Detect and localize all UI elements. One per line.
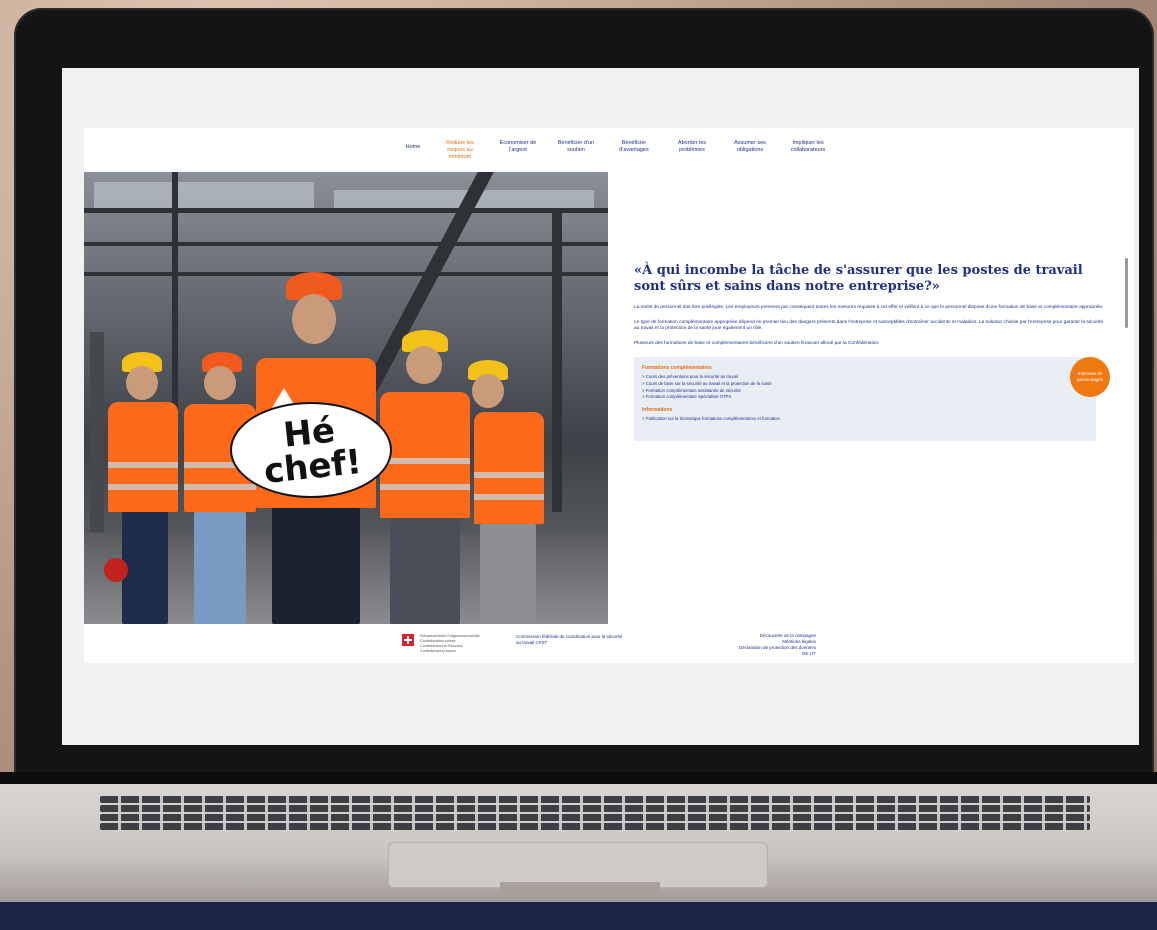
main-navigation: Home Réduire les risques au minimum Écon…: [402, 140, 830, 161]
worker-1: [104, 352, 178, 624]
box-link-4[interactable]: > Formation complémentaire Spécialiste S…: [642, 394, 1088, 401]
box-title-formations: Formations complémentaires: [642, 365, 712, 371]
laptop-lid: Home Réduire les risques au minimum Écon…: [14, 8, 1154, 778]
federal-line-4: Confederaziun svizra: [420, 649, 456, 653]
cfst-label: Commission fédérale de coordination pour…: [516, 634, 623, 645]
nav-home[interactable]: Home: [402, 140, 424, 161]
box-link-3[interactable]: > Formation complémentaire assistant/e d…: [642, 388, 1088, 395]
box-title-informations: Informations: [642, 407, 673, 414]
page-footer: Schweizerische Eidgenossenschaft Confédé…: [84, 628, 1134, 663]
website-page: Home Réduire les risques au minimum Écon…: [84, 128, 1134, 663]
laptop-notch: [500, 882, 660, 896]
swiss-cross-icon: [402, 634, 414, 646]
nav-item-risques[interactable]: Réduire les risques au minimum: [438, 140, 482, 161]
speech-bubble: Hé chef!: [230, 402, 392, 498]
hero-photo: Hé chef!: [84, 172, 608, 624]
box-link-2[interactable]: > Cours de base sur la sécurité au trava…: [642, 381, 1088, 388]
nav-item-problemes[interactable]: Aborder les problèmes: [670, 140, 714, 161]
footer-link-languages[interactable]: DE | IT: [706, 651, 816, 657]
federal-logo: Schweizerische Eidgenossenschaft Confédé…: [402, 634, 490, 654]
footer-links: Découverte de la campagne Mentions légal…: [706, 633, 816, 657]
box-link-5[interactable]: > Publication sur la thématique formatio…: [642, 416, 1088, 423]
info-box: Formations complémentaires > Cours des p…: [634, 357, 1110, 441]
nav-item-avantages[interactable]: Bénéficier d'avantages: [612, 140, 656, 161]
nav-item-soutien[interactable]: Bénéficier d'un soutien: [554, 140, 598, 161]
desk-edge: [0, 902, 1157, 930]
interview-badge[interactable]: Interview de personnages: [1070, 357, 1110, 397]
nav-item-obligations[interactable]: Assumer ses obligations: [728, 140, 772, 161]
page-scrollbar[interactable]: [1125, 258, 1128, 328]
nav-item-economiser[interactable]: Économiser de l'argent: [496, 140, 540, 161]
main-content: «À qui incombe la tâche de s'assurer que…: [634, 263, 1110, 441]
paragraph-2: Le type de formation complémentaire appr…: [634, 319, 1104, 332]
nav-item-collaborateurs[interactable]: Impliquer les collaborateurs: [786, 140, 830, 161]
keyboard: [100, 796, 1090, 834]
laptop-hinge: [0, 772, 1157, 784]
worker-5: [464, 360, 554, 624]
box-link-1[interactable]: > Cours des préventions pour la sécurité…: [642, 374, 1088, 381]
paragraph-1: La santé du personnel doit être privilég…: [634, 305, 1104, 310]
laptop-screen: Home Réduire les risques au minimum Écon…: [62, 68, 1139, 745]
speech-bubble-text: Hé chef!: [262, 410, 364, 492]
paragraph-3: Plusieurs des formations de base et comp…: [634, 340, 880, 346]
page-headline: «À qui incombe la tâche de s'assurer que…: [634, 263, 1083, 294]
